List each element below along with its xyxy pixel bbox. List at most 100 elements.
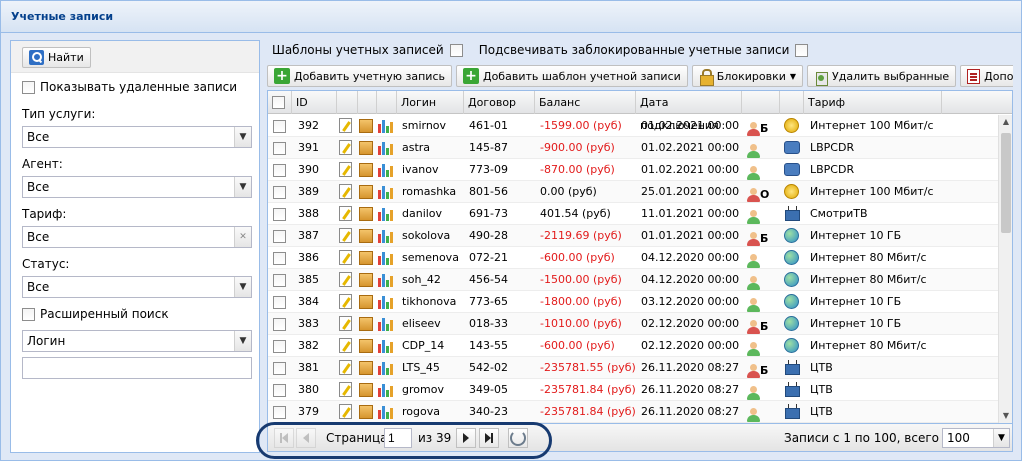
- search-text-input[interactable]: [22, 357, 252, 379]
- table-row[interactable]: 383 eliseev 018-33 -1010.00 (руб) 02.12.2020…: [268, 313, 998, 335]
- table-row[interactable]: 382 CDP_14 143-55 -600.00 (руб) 02.12.2020 0…: [268, 335, 998, 357]
- prev-page-button[interactable]: [296, 428, 316, 448]
- column-header-stats[interactable]: [377, 91, 397, 114]
- column-header-contract[interactable]: Договор: [464, 91, 535, 114]
- scroll-thumb[interactable]: [1001, 133, 1011, 233]
- table-row[interactable]: 384 tikhonova 773-65 -1800.00 (руб) 03.12.20…: [268, 291, 998, 313]
- status-select[interactable]: Все ▼: [22, 276, 252, 298]
- column-header-id[interactable]: ID: [292, 91, 337, 114]
- row-login[interactable]: ivanov: [402, 159, 439, 181]
- row-login[interactable]: smirnov: [402, 115, 446, 137]
- delete-selected-button[interactable]: Удалить выбранные: [807, 65, 957, 87]
- row-checkbox[interactable]: [273, 317, 286, 331]
- table-row[interactable]: 392 smirnov 461-01 -1599.00 (руб) 01.02.2021…: [268, 115, 998, 137]
- chevron-down-icon[interactable]: ▼: [234, 277, 251, 297]
- column-header-connected[interactable]: Дата подключения: [636, 91, 742, 132]
- tariff-select[interactable]: Все ✕: [22, 226, 252, 248]
- row-checkbox[interactable]: [273, 163, 286, 177]
- chevron-down-icon[interactable]: ▼: [234, 177, 251, 197]
- edit-icon[interactable]: [339, 404, 352, 423]
- row-login[interactable]: gromov: [402, 379, 444, 401]
- table-row[interactable]: 386 semenova 072-21 -600.00 (руб) 04.12.2020…: [268, 247, 998, 269]
- advanced-search-checkbox[interactable]: [22, 307, 35, 321]
- table-row[interactable]: 379 rogova 340-23 -235781.84 (руб) 26.11.202…: [268, 401, 998, 423]
- row-login[interactable]: eliseev: [402, 313, 441, 335]
- search-field-select[interactable]: Логин ▼: [22, 330, 252, 352]
- column-header-balance[interactable]: Баланс: [535, 91, 636, 114]
- table-row[interactable]: 390 ivanov 773-09 -870.00 (руб) 01.02.2021 0…: [268, 159, 998, 181]
- page-size-select[interactable]: 100 ▼: [942, 428, 1010, 448]
- row-checkbox[interactable]: [273, 383, 286, 397]
- column-header-login[interactable]: Логин: [397, 91, 464, 114]
- row-checkbox[interactable]: [273, 405, 286, 419]
- row-checkbox[interactable]: [273, 207, 286, 221]
- scroll-up-icon[interactable]: ▲: [999, 117, 1012, 129]
- row-login[interactable]: astra: [402, 137, 430, 159]
- page-number-input[interactable]: [384, 428, 412, 448]
- scroll-down-icon[interactable]: ▼: [999, 411, 1012, 423]
- table-row[interactable]: 385 soh_42 456-54 -1500.00 (руб) 04.12.2020 …: [268, 269, 998, 291]
- row-connected-date: 26.11.2020 08:27: [641, 361, 740, 374]
- table-row[interactable]: 391 astra 145-87 -900.00 (руб) 01.02.2021 00…: [268, 137, 998, 159]
- service-type-select[interactable]: Все ▼: [22, 126, 252, 148]
- row-login[interactable]: danilov: [402, 203, 442, 225]
- row-login[interactable]: rogova: [402, 401, 440, 423]
- row-login[interactable]: romashka: [402, 181, 456, 203]
- column-header-user-status[interactable]: [742, 91, 780, 114]
- table-row[interactable]: 380 gromov 349-05 -235781.84 (руб) 26.11.202…: [268, 379, 998, 401]
- row-checkbox[interactable]: [273, 229, 286, 243]
- show-deleted-checkbox[interactable]: [22, 80, 35, 94]
- column-header-edit[interactable]: [337, 91, 358, 114]
- row-id: 392: [298, 119, 319, 132]
- row-login[interactable]: sokolova: [402, 225, 450, 247]
- add-template-button[interactable]: + Добавить шаблон учетной записи: [455, 65, 688, 87]
- column-header-service-type[interactable]: [780, 91, 804, 114]
- show-deleted-option[interactable]: Показывать удаленные записи: [22, 80, 237, 94]
- chevron-down-icon[interactable]: ▼: [234, 331, 251, 351]
- select-all-checkbox[interactable]: [272, 96, 285, 109]
- refresh-button[interactable]: [508, 428, 528, 448]
- clear-icon[interactable]: ✕: [234, 227, 251, 247]
- find-button[interactable]: Найти: [22, 47, 91, 68]
- templates-checkbox[interactable]: [449, 43, 463, 57]
- chevron-down-icon[interactable]: ▼: [993, 429, 1009, 447]
- row-checkbox[interactable]: [273, 185, 286, 199]
- row-connected-date: 04.12.2020 00:00: [641, 273, 740, 286]
- row-login[interactable]: tikhonova: [402, 291, 456, 313]
- extra-fields-button[interactable]: Дополнительные поля: [960, 65, 1013, 87]
- table-row[interactable]: 381 LTS_45 542-02 -235781.55 (руб) 26.11.202…: [268, 357, 998, 379]
- column-header-services[interactable]: [358, 91, 377, 114]
- row-login[interactable]: LTS_45: [402, 357, 440, 379]
- status-letter: О: [760, 188, 770, 201]
- table-row[interactable]: 388 danilov 691-73 401.54 (руб) 11.01.2021 0…: [268, 203, 998, 225]
- column-header-tariff[interactable]: Тариф: [804, 91, 942, 114]
- chevron-down-icon: ▼: [789, 71, 797, 81]
- row-checkbox[interactable]: [273, 141, 286, 155]
- blocks-menu-button[interactable]: Блокировки ▼: [691, 65, 804, 87]
- last-page-button[interactable]: [479, 428, 499, 448]
- add-account-button[interactable]: + Добавить учетную запись: [267, 65, 452, 87]
- agent-select[interactable]: Все ▼: [22, 176, 252, 198]
- row-login[interactable]: CDP_14: [402, 335, 444, 357]
- highlight-blocked-checkbox[interactable]: [795, 43, 809, 57]
- row-login[interactable]: soh_42: [402, 269, 441, 291]
- row-checkbox[interactable]: [273, 251, 286, 265]
- extra-fields-label: Дополнительные поля: [984, 69, 1013, 83]
- chevron-down-icon[interactable]: ▼: [234, 127, 251, 147]
- vertical-scrollbar[interactable]: ▲ ▼: [998, 115, 1012, 423]
- first-page-button[interactable]: [274, 428, 294, 448]
- row-checkbox[interactable]: [273, 295, 286, 309]
- row-checkbox[interactable]: [273, 361, 286, 375]
- table-row[interactable]: 387 sokolova 490-28 -2119.69 (руб) 01.01.202…: [268, 225, 998, 247]
- stats-chart-icon[interactable]: [378, 405, 393, 423]
- next-page-button[interactable]: [456, 428, 476, 448]
- services-icon[interactable]: [359, 405, 373, 423]
- row-connected-date: 01.02.2021 00:00: [641, 141, 740, 154]
- select-all-header[interactable]: [268, 91, 292, 114]
- row-checkbox[interactable]: [273, 119, 286, 133]
- row-checkbox[interactable]: [273, 339, 286, 353]
- table-row[interactable]: 389 romashka 801-56 0.00 (руб) 25.01.2021 00…: [268, 181, 998, 203]
- row-checkbox[interactable]: [273, 273, 286, 287]
- row-login[interactable]: semenova: [402, 247, 459, 269]
- advanced-search-option[interactable]: Расширенный поиск: [22, 307, 169, 321]
